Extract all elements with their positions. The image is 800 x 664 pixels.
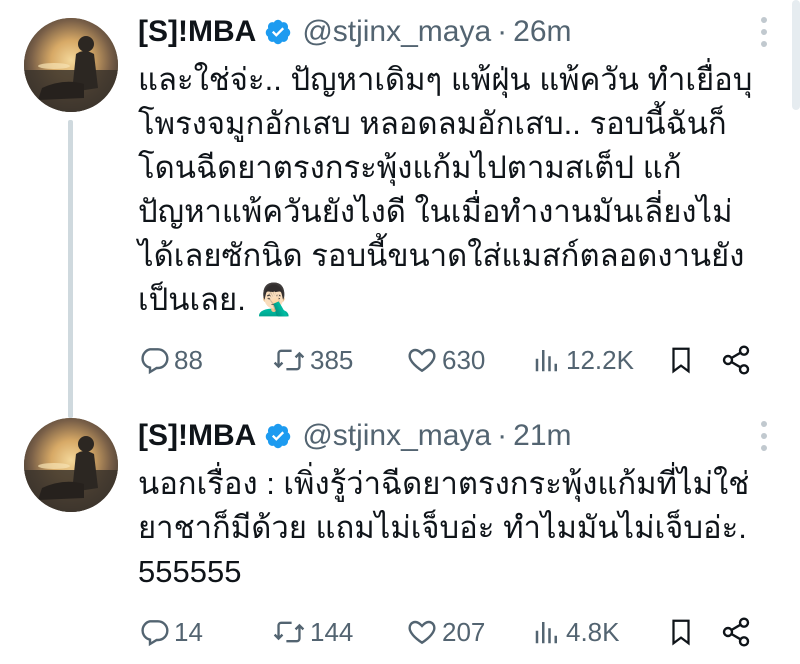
heart-icon xyxy=(408,348,436,373)
tweet-text-line: 555555 xyxy=(138,554,242,589)
tweet-text-line: โดนฉีดยาตรงกระพุ้งแก้มไปตามสเต็ป แก้ xyxy=(138,150,682,185)
share-icon xyxy=(722,617,750,647)
bookmark-button[interactable] xyxy=(666,340,696,380)
tweet-text: นอกเรื่อง : เพิ่งรู้ว่าฉีดยาตรงกระพุ้งแก… xyxy=(138,462,778,594)
retweet-count: 385 xyxy=(310,344,354,375)
share-icon xyxy=(722,345,750,375)
tweet-text-line: ได้เลยซักนิด รอบนี้ขนาดใส่แมสก์ตลอดงานยั… xyxy=(138,238,745,273)
avatar-image xyxy=(24,418,118,512)
tweet-text: และใช่จ่ะ.. ปัญหาเดิมๆ แพ้ฝุ่น แพ้ควัน ท… xyxy=(138,58,778,322)
verified-badge-icon xyxy=(264,18,292,46)
tweet-header: [S]!MBA @stjinx_maya · 26m xyxy=(138,12,572,52)
retweet-button[interactable]: 385 xyxy=(272,340,353,380)
bookmark-icon xyxy=(672,619,690,646)
bookmark-button[interactable] xyxy=(666,612,696,652)
tweet-text-line: เป็นเลย. 🤦🏻‍♂️ xyxy=(138,282,294,317)
username-handle[interactable]: @stjinx_maya xyxy=(302,419,491,453)
more-options-icon[interactable] xyxy=(754,12,774,52)
thread-line xyxy=(68,120,73,418)
tweet-actions: 14 144 207 4.8K xyxy=(138,612,768,652)
tweet-text-line: ปัญหาแพ้ควันยังไงดี ในเมื่อทำงานมันเลี่ย… xyxy=(138,194,733,229)
more-options-icon[interactable] xyxy=(754,416,774,456)
display-name[interactable]: [S]!MBA xyxy=(138,15,256,49)
retweet-icon xyxy=(273,621,305,643)
tweet-text-line: ยาชาก็มีด้วย แถมไม่เจ็บอ่ะ ทำไมมันไม่เจ็… xyxy=(138,510,747,545)
share-button[interactable] xyxy=(720,340,752,380)
views-button[interactable]: 12.2K xyxy=(532,340,634,380)
avatar-image xyxy=(24,18,118,112)
heart-icon xyxy=(408,620,436,645)
timestamp[interactable]: 21m xyxy=(513,419,571,453)
timestamp[interactable]: 26m xyxy=(513,15,571,49)
reply-count: 88 xyxy=(174,344,203,375)
avatar[interactable] xyxy=(24,18,118,112)
retweet-icon xyxy=(273,349,305,371)
views-icon xyxy=(535,350,557,372)
scrollbar[interactable] xyxy=(792,0,800,110)
separator-dot: · xyxy=(497,419,508,452)
like-count: 207 xyxy=(442,616,486,647)
reply-icon xyxy=(141,348,169,375)
bookmark-icon xyxy=(672,347,690,374)
tweet-header: [S]!MBA @stjinx_maya · 21m xyxy=(138,416,572,456)
view-count: 4.8K xyxy=(566,616,620,647)
tweet-actions: 88 385 630 12.2K xyxy=(138,340,768,380)
like-button[interactable]: 207 xyxy=(406,612,485,652)
verified-badge-icon xyxy=(264,422,292,450)
view-count: 12.2K xyxy=(566,344,634,375)
reply-button[interactable]: 88 xyxy=(138,340,203,380)
reply-button[interactable]: 14 xyxy=(138,612,203,652)
username-handle[interactable]: @stjinx_maya xyxy=(302,15,491,49)
retweet-count: 144 xyxy=(310,616,354,647)
avatar[interactable] xyxy=(24,418,118,512)
like-button[interactable]: 630 xyxy=(406,340,485,380)
tweet-text-line: และใช่จ่ะ.. ปัญหาเดิมๆ แพ้ฝุ่น แพ้ควัน ท… xyxy=(138,62,753,97)
reply-icon xyxy=(141,620,169,647)
reply-count: 14 xyxy=(174,616,203,647)
retweet-button[interactable]: 144 xyxy=(272,612,353,652)
share-button[interactable] xyxy=(720,612,752,652)
display-name[interactable]: [S]!MBA xyxy=(138,419,256,453)
views-icon xyxy=(535,622,557,644)
like-count: 630 xyxy=(442,344,486,375)
tweet-text-line: โพรงจมูกอักเสบ หลอดลมอักเสบ.. รอบนี้ฉันก… xyxy=(138,106,727,141)
separator-dot: · xyxy=(497,15,508,48)
views-button[interactable]: 4.8K xyxy=(532,612,620,652)
tweet-text-line: นอกเรื่อง : เพิ่งรู้ว่าฉีดยาตรงกระพุ้งแก… xyxy=(138,466,750,501)
